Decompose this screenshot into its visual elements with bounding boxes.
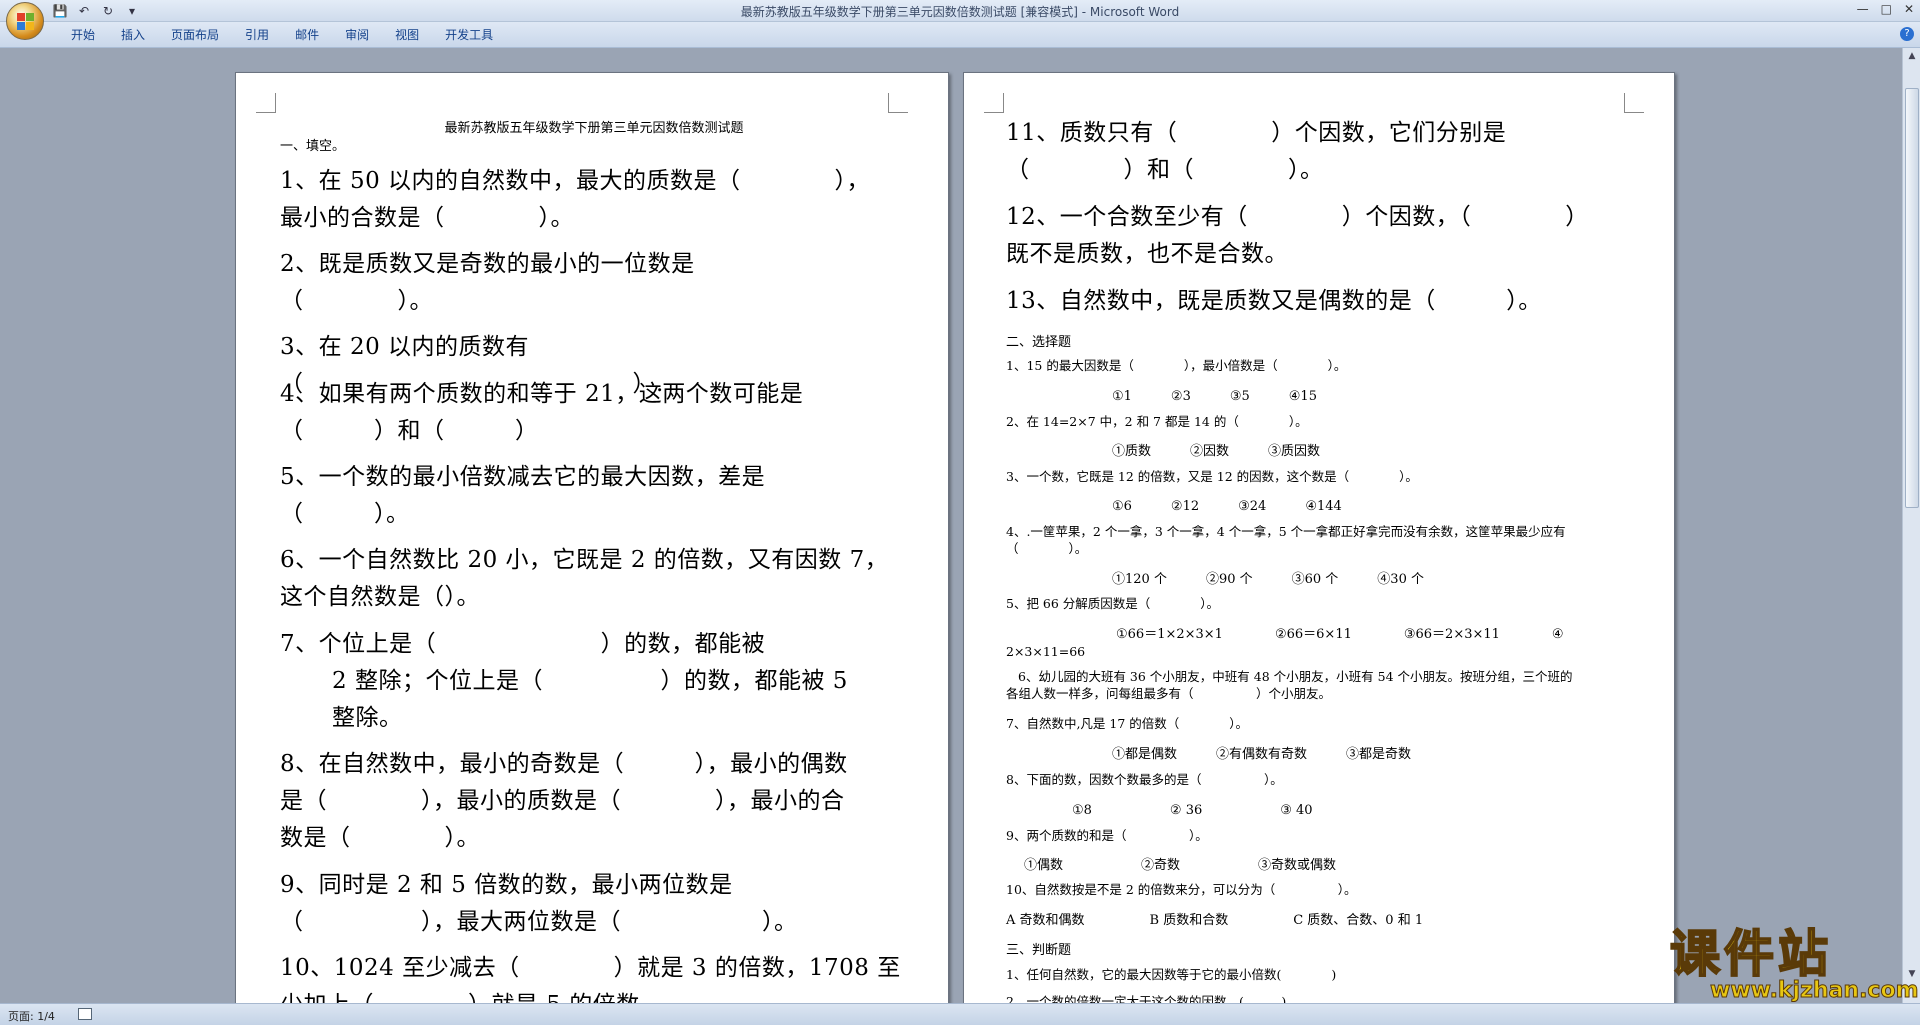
choice-10: 10、自然数按是不是 2 的倍数来分，可以分为（ ）。 — [1006, 882, 1357, 897]
question-11: 11、质数只有（ ）个因数，它们分别是（ ）和（ ）。 — [1006, 120, 1507, 183]
section-heading-choice: 二、选择题 — [1006, 335, 1072, 350]
question-6: 6、一个自然数比 20 小，它既是 2 的倍数，又有因数 7， 这个自然数是（）。 — [280, 547, 889, 610]
choice-2-options: ①质数 ②因数 ③质因数 — [1112, 444, 1321, 459]
choice-9-options: ①偶数 ②奇数 ③奇数或偶数 — [1024, 858, 1337, 873]
scroll-up-icon[interactable]: ▲ — [1906, 50, 1918, 62]
question-9: 9、同时是 2 和 5 倍数的数，最小两位数是（ ），最大两位数是（ ）。 — [280, 872, 798, 935]
choice-7: 7、自然数中,凡是 17 的倍数（ ）。 — [1006, 716, 1249, 731]
choice-4: 4、.一筐苹果，2 个一拿，3 个一拿，4 个一拿，5 个一拿都正好拿完而没有余… — [1006, 524, 1566, 556]
choice-10-options: A 奇数和偶数 B 质数和合数 C 质数、合数、0 和 1 — [1006, 913, 1424, 928]
margin-corner-mark — [1624, 93, 1644, 113]
close-icon[interactable]: ✕ — [1904, 2, 1914, 16]
ribbon-tabs: 开始 插入 页面布局 引用 邮件 审阅 视图 开发工具 — [58, 27, 506, 43]
tab-view[interactable]: 视图 — [382, 27, 432, 43]
question-2: 2、既是质数又是奇数的最小的一位数是（ ）。 — [280, 251, 695, 314]
vertical-scrollbar[interactable]: ▲ ▼ — [1902, 48, 1920, 1003]
watermark-url-text: www.kjzhan.com — [1710, 978, 1920, 1003]
question-4: 4、如果有两个质数的和等于 21，这两个数可能是（ ）和（ ） — [280, 381, 804, 444]
tab-developer[interactable]: 开发工具 — [432, 27, 506, 43]
margin-corner-mark — [256, 93, 276, 113]
tab-home[interactable]: 开始 — [58, 27, 108, 43]
question-1: 1、在 50 以内的自然数中，最大的质数是（ ）， 最小的合数是（ ）。 — [280, 168, 871, 231]
office-logo-icon — [17, 13, 35, 31]
choice-7-options: ①都是偶数 ②有偶数有奇数 ③都是奇数 — [1112, 747, 1412, 762]
tab-references[interactable]: 引用 — [232, 27, 282, 43]
tab-page-layout[interactable]: 页面布局 — [158, 27, 232, 43]
choice-1: 1、15 的最大因数是（ ），最小倍数是（ ）。 — [1006, 358, 1347, 373]
margin-corner-mark — [984, 93, 1004, 113]
document-title: 最新苏教版五年级数学下册第三单元因数倍数测试题 — [444, 121, 744, 136]
document-page-1[interactable]: 最新苏教版五年级数学下册第三单元因数倍数测试题 一、填空。 1、在 50 以内的… — [235, 72, 949, 1012]
section-heading-judge: 三、判断题 — [1006, 943, 1072, 958]
tab-mailings[interactable]: 邮件 — [282, 27, 332, 43]
margin-corner-mark — [888, 93, 908, 113]
status-bar: 页面: 1/4 — [0, 1003, 1920, 1025]
choice-4-options: ①120 个 ②90 个 ③60 个 ④30 个 — [1112, 572, 1424, 587]
window-controls: — □ ✕ — [1857, 2, 1914, 16]
scrollbar-thumb[interactable] — [1905, 88, 1919, 508]
ribbon-tabs-bar: 开始 插入 页面布局 引用 邮件 审阅 视图 开发工具 ? — [0, 22, 1920, 48]
choice-5-options: ①66＝1×2×3×1 ②66＝6×11 ③66＝2×3×11 ④ — [1116, 627, 1564, 642]
question-13: 13、自然数中，既是质数又是偶数的是（ ）。 — [1006, 288, 1542, 314]
choice-5-option-4: 2×3×11=66 — [1006, 644, 1086, 659]
choice-8: 8、下面的数，因数个数最多的是（ ）。 — [1006, 772, 1283, 787]
question-8: 8、在自然数中，最小的奇数是（ ），最小的偶数 是（ ），最小的质数是（ ），最小… — [280, 751, 848, 851]
proofing-status-icon[interactable] — [78, 1008, 92, 1020]
tab-review[interactable]: 审阅 — [332, 27, 382, 43]
page-count-status[interactable]: 页面: 1/4 — [8, 1008, 55, 1024]
window-title: 最新苏教版五年级数学下册第三单元因数倍数测试题 [兼容模式] - Microso… — [740, 5, 1180, 19]
choice-8-options: ①8 ② 36 ③ 40 — [1072, 803, 1313, 818]
choice-1-options: ①1 ②3 ③5 ④15 — [1112, 389, 1317, 404]
question-12: 12、一个合数至少有（ ）个因数，（ ）既不是质数，也不是合数。 — [1006, 204, 1589, 267]
choice-3-options: ①6 ②12 ③24 ④144 — [1112, 499, 1342, 514]
office-button[interactable] — [6, 2, 44, 40]
title-bar: 💾 ↶ ↻ ▾ 最新苏教版五年级数学下册第三单元因数倍数测试题 [兼容模式] -… — [0, 0, 1920, 40]
judge-1: 1、任何自然数，它的最大因数等于它的最小倍数( ) — [1006, 967, 1337, 982]
help-icon[interactable]: ? — [1900, 27, 1914, 41]
site-watermark-logo: 课件站 www.kjzhan.com — [1669, 925, 1920, 1003]
question-5: 5、一个数的最小倍数减去它的最大因数，差是（ ）。 — [280, 464, 766, 527]
maximize-icon[interactable]: □ — [1881, 2, 1892, 16]
choice-5: 5、把 66 分解质因数是（ ）。 — [1006, 596, 1220, 611]
document-page-2[interactable]: 11、质数只有（ ）个因数，它们分别是（ ）和（ ）。 12、一个合数至少有（ … — [963, 72, 1675, 1012]
question-7: 7、个位上是（ ）的数，都能被 2 整除；个位上是（ ）的数，都能被 5 整除。 — [280, 631, 848, 731]
tab-insert[interactable]: 插入 — [108, 27, 158, 43]
choice-9: 9、两个质数的和是（ ）。 — [1006, 828, 1208, 843]
section-heading-fill-blank: 一、填空。 — [280, 139, 346, 154]
choice-3: 3、一个数，它既是 12 的倍数，又是 12 的因数，这个数是（ ）。 — [1006, 469, 1418, 484]
choice-6: 6、幼儿园的大班有 36 个小朋友，中班有 48 个小朋友，小班有 54 个小朋… — [1006, 669, 1573, 701]
watermark-cn-text: 课件站 — [1669, 925, 1832, 983]
choice-2: 2、在 14=2×7 中，2 和 7 都是 14 的（ ）。 — [1006, 414, 1308, 429]
minimize-icon[interactable]: — — [1857, 2, 1869, 16]
